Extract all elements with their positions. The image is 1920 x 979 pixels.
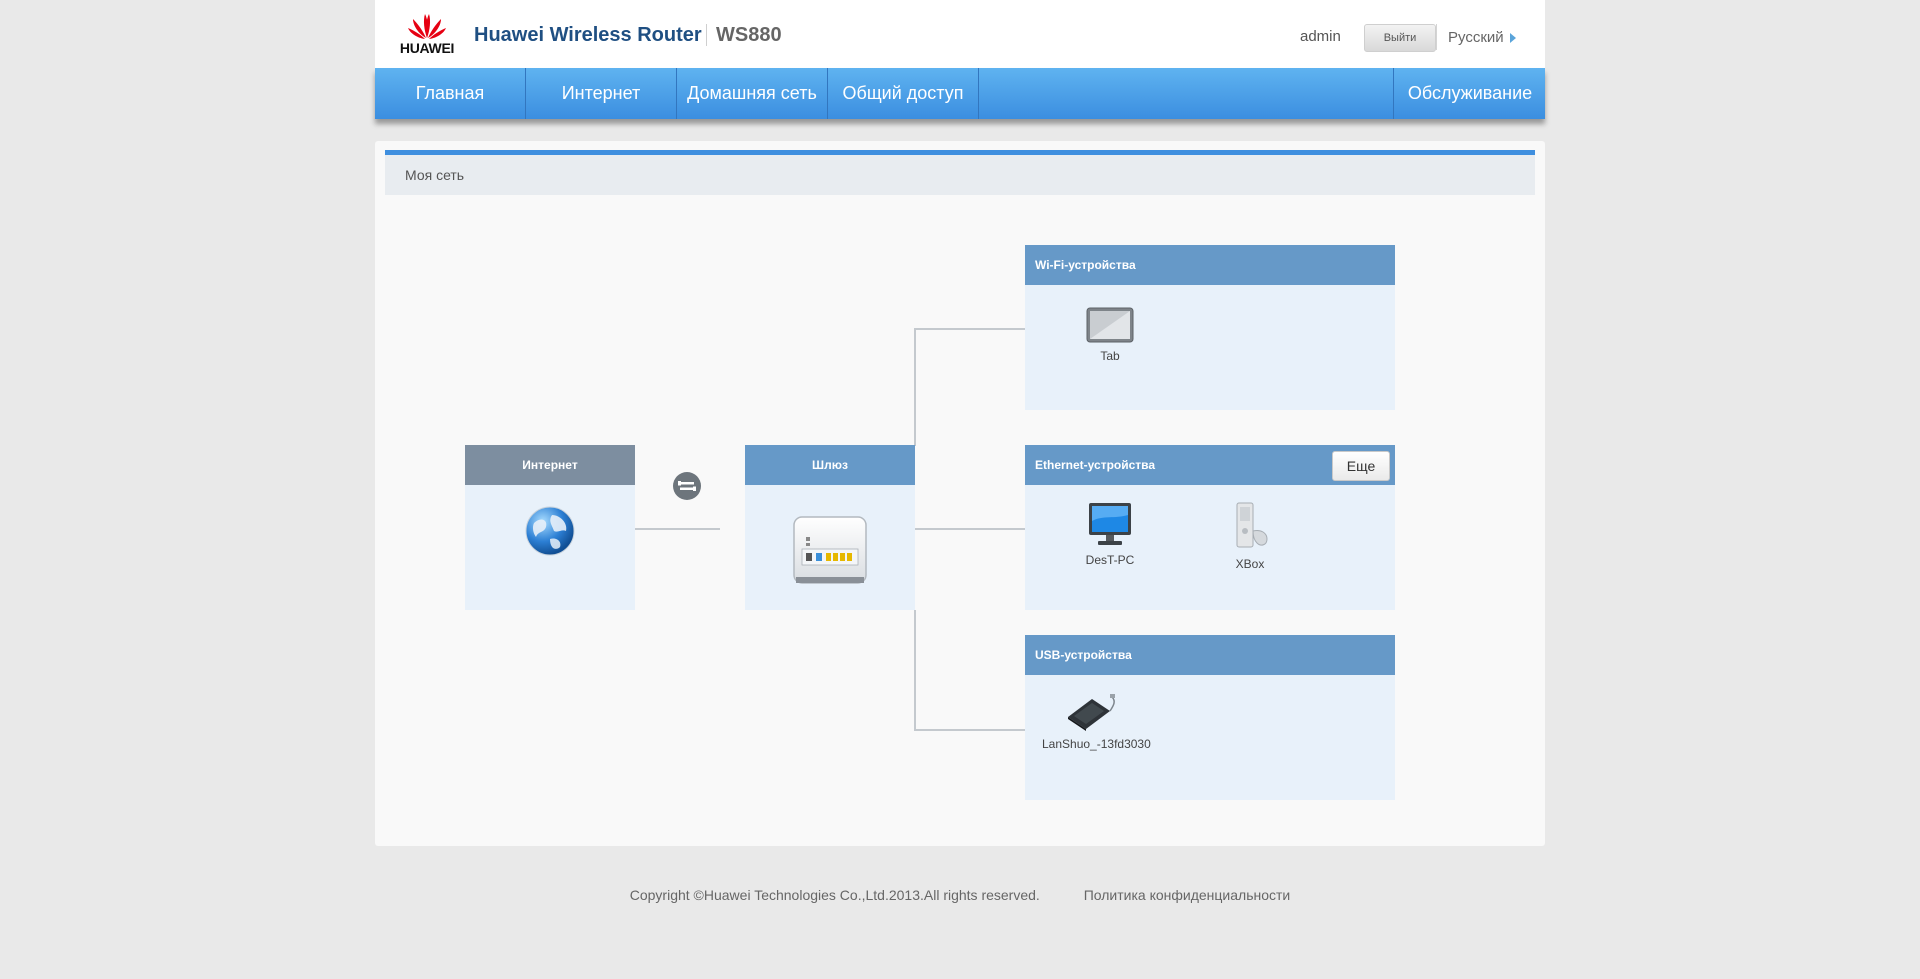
xbox-console-icon	[1236, 502, 1268, 548]
connector-gateway-ethernet	[914, 528, 1025, 530]
wifi-devices-box: Wi-Fi-устройства Tab	[1025, 245, 1395, 410]
monitor-icon	[1089, 503, 1131, 545]
router-icon	[792, 515, 868, 587]
panel-title-bar: Моя сеть	[385, 155, 1535, 195]
brand-divider	[706, 24, 707, 46]
globe-icon	[524, 505, 576, 557]
nav-item-maintenance[interactable]: Обслуживание	[1393, 68, 1546, 119]
connector-gateway-usb-vertical	[914, 610, 916, 731]
connector-gateway-usb-horizontal	[914, 729, 1025, 731]
usb-devices-box: USB-устройства LanShuo_-13fd3030	[1025, 635, 1395, 800]
brand-title: Huawei Wireless Router	[474, 24, 702, 46]
device-tab[interactable]: Tab	[1060, 307, 1160, 363]
usb-box-title: USB-устройства	[1035, 648, 1132, 662]
nav-item-home-network[interactable]: Домашняя сеть	[677, 68, 828, 119]
huawei-petals-icon	[408, 14, 446, 39]
connection-status-icon[interactable]	[672, 471, 702, 501]
usb-box-header: USB-устройства	[1025, 635, 1395, 675]
gateway-box[interactable]: Шлюз	[745, 445, 915, 610]
internet-box-title: Интернет	[522, 458, 578, 472]
language-selector[interactable]: Русский	[1448, 29, 1516, 46]
logo-text: HUAWEI	[399, 40, 455, 56]
wifi-box-header: Wi-Fi-устройства	[1025, 245, 1395, 285]
model-name: WS880	[716, 24, 782, 46]
link-icon	[673, 472, 701, 500]
main-nav: Главная Интернет Домашняя сеть Общий дос…	[375, 68, 1545, 119]
device-xbox[interactable]: XBox	[1200, 501, 1300, 571]
arrow-right-icon	[1509, 33, 1516, 44]
gateway-box-title: Шлюз	[812, 458, 848, 472]
privacy-policy-link[interactable]: Политика конфиденциальности	[1084, 887, 1291, 903]
device-name: LanShuo_-13fd3030	[1042, 737, 1151, 751]
ethernet-box-header: Ethernet-устройства Еще	[1025, 445, 1395, 485]
username: admin	[1300, 28, 1341, 45]
more-button[interactable]: Еще	[1332, 451, 1390, 481]
copyright-text: Copyright ©Huawei Technologies Co.,Ltd.2…	[629, 887, 1040, 903]
device-name: DesT-PC	[1085, 553, 1135, 567]
wifi-box-title: Wi-Fi-устройства	[1035, 258, 1136, 272]
internet-box[interactable]: Интернет	[465, 445, 635, 610]
header-divider	[1436, 24, 1437, 50]
connector-internet-gateway	[633, 528, 720, 530]
device-usb-drive[interactable]: LanShuo_-13fd3030	[1042, 691, 1151, 751]
tablet-icon	[1086, 307, 1134, 343]
device-name: Tab	[1100, 349, 1120, 363]
ethernet-box-title: Ethernet-устройства	[1035, 458, 1156, 472]
device-dest-pc[interactable]: DesT-PC	[1060, 501, 1160, 567]
nav-item-internet[interactable]: Интернет	[526, 68, 677, 119]
usb-drive-icon	[1068, 694, 1115, 731]
device-name: XBox	[1235, 557, 1265, 571]
header: HUAWEI Huawei Wireless Router WS880 admi…	[375, 0, 1545, 68]
ethernet-devices-box: Ethernet-устройства Еще DesT-PC XBox	[1025, 445, 1395, 610]
huawei-logo[interactable]: HUAWEI	[395, 8, 459, 58]
connector-gateway-wifi-horizontal	[914, 328, 1025, 330]
footer: Copyright ©Huawei Technologies Co.,Ltd.2…	[375, 887, 1545, 903]
connector-gateway-wifi-vertical	[914, 328, 916, 446]
nav-item-home[interactable]: Главная	[375, 68, 526, 119]
internet-box-header: Интернет	[465, 445, 635, 485]
nav-item-sharing[interactable]: Общий доступ	[828, 68, 979, 119]
logout-button[interactable]: Выйти	[1364, 24, 1436, 52]
language-label: Русский	[1448, 29, 1504, 46]
gateway-box-header: Шлюз	[745, 445, 915, 485]
panel-title: Моя сеть	[405, 167, 465, 183]
my-network-panel: Моя сеть Интернет Шлюз Wi-Fi-устройства …	[375, 141, 1545, 846]
